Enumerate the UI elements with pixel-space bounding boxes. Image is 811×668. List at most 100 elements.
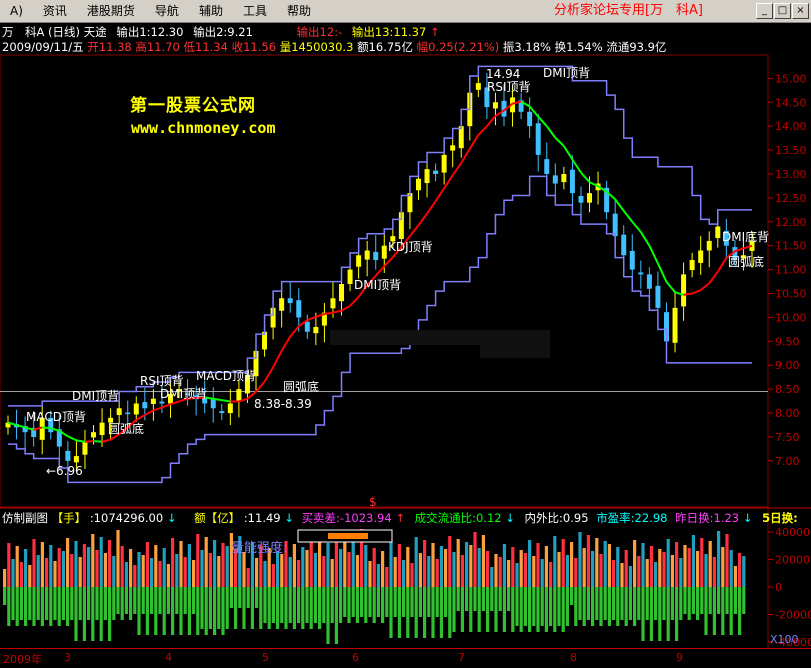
- volume-bar-down: [481, 587, 485, 611]
- sub-prev-turn: 昨日换:1.23: [675, 511, 740, 525]
- moving-average-segment: [263, 366, 274, 383]
- volume-bar-down: [490, 587, 494, 611]
- volume-bar-up: [368, 561, 372, 587]
- candle-body: [544, 159, 550, 174]
- volume-bar-down: [477, 587, 481, 632]
- volume-bar-down: [448, 587, 452, 638]
- volume-bar-up: [36, 555, 40, 587]
- volume-bar-up: [553, 536, 557, 587]
- candle-body: [689, 260, 695, 271]
- volume-bar-down: [53, 587, 57, 620]
- price-chart[interactable]: 15.00 14.50 14.00 13.50 13.00 12.50 12.00 11.50…: [0, 0, 811, 648]
- time-label: 5: [262, 651, 269, 664]
- volume-bar-up: [204, 537, 208, 587]
- volume-bar-up: [641, 543, 645, 587]
- volume-bar-up: [582, 548, 586, 587]
- candle-body: [313, 326, 319, 334]
- volume-bar-up: [15, 546, 19, 587]
- volume-bar-up: [108, 540, 112, 587]
- volume-bar-up: [742, 556, 746, 587]
- volume-bar-down: [444, 587, 448, 617]
- candle-body: [569, 169, 575, 194]
- volume-bar-down: [288, 587, 292, 623]
- volume-bar-down: [347, 587, 351, 623]
- volume-bar-down: [628, 587, 632, 620]
- sub-name[interactable]: 仿制副图: [2, 511, 48, 525]
- volume-bar-up: [141, 555, 145, 587]
- volume-bar-down: [528, 587, 532, 632]
- candle-body: [638, 272, 644, 275]
- moving-average-segment: [716, 257, 728, 273]
- signal-annotation: MACD顶背: [26, 410, 86, 424]
- volume-bar-down: [679, 587, 683, 620]
- volume-bar-down: [687, 587, 691, 620]
- volume-bar-down: [670, 587, 674, 620]
- volume-bar-up: [528, 540, 532, 587]
- volume-bar-up: [150, 558, 154, 587]
- moving-average-segment: [280, 336, 292, 352]
- volume-bar-up: [679, 558, 683, 587]
- volume-bar-down: [381, 587, 385, 623]
- volume-bar-up: [465, 542, 469, 587]
- candle-body: [433, 170, 439, 174]
- volume-bar-up: [628, 566, 632, 587]
- volume-bar-up: [717, 531, 721, 587]
- volume-bar-up: [28, 565, 32, 587]
- price-tick-label: 14.50: [775, 96, 807, 109]
- volume-bar-up: [313, 553, 317, 587]
- volume-bar-down: [603, 587, 607, 620]
- moving-average-segment: [67, 435, 77, 442]
- sub-diff: 买卖差:-1023.94: [301, 511, 392, 525]
- volume-bar-up: [662, 552, 666, 587]
- volume-bar-up: [347, 552, 351, 587]
- volume-bar-down: [532, 587, 536, 626]
- volume-bar-down: [11, 587, 15, 620]
- volume-bar-down: [376, 587, 380, 617]
- volume-bar-down: [271, 587, 275, 623]
- moving-average-segment: [648, 245, 659, 264]
- volume-bar-down: [204, 587, 208, 635]
- candle-body: [552, 175, 558, 184]
- up-arrow-icon: ↑: [395, 511, 405, 525]
- volume-bar-up: [708, 541, 712, 587]
- candle-body: [373, 251, 379, 261]
- candle-body: [672, 307, 678, 343]
- volume-bar-up: [11, 559, 15, 587]
- volume-bar-down: [250, 587, 254, 629]
- volume-bar-up: [670, 555, 674, 587]
- volume-bar-down: [28, 587, 32, 620]
- moving-average-segment: [144, 409, 154, 416]
- volume-bar-down: [708, 587, 712, 614]
- volume-bar-down: [423, 587, 427, 638]
- volume-bar-down: [179, 587, 183, 635]
- sub-tick-label: 0: [775, 581, 782, 594]
- volume-bar-down: [301, 587, 305, 629]
- volume-bar-up: [612, 560, 616, 587]
- upper-channel-line: [8, 65, 752, 407]
- volume-bar-up: [649, 546, 653, 587]
- volume-bar-up: [133, 565, 137, 587]
- volume-bar-down: [221, 587, 225, 635]
- volume-bar-up: [523, 553, 527, 587]
- time-label: 4: [165, 651, 172, 664]
- moving-average-segment: [332, 309, 342, 314]
- volume-bar-up: [515, 563, 519, 587]
- volume-bar-up: [633, 540, 637, 587]
- time-label: 6: [352, 651, 359, 664]
- volume-bar-down: [183, 587, 187, 614]
- volume-bar-up: [40, 542, 44, 587]
- volume-bar-up: [82, 544, 86, 587]
- volume-bar-up: [3, 569, 7, 587]
- candle-body: [715, 226, 721, 239]
- candle-body: [99, 422, 105, 436]
- volume-bar-down: [246, 587, 250, 608]
- candle-body: [287, 298, 293, 304]
- volume-bar-up: [145, 542, 149, 587]
- volume-bar-up: [225, 546, 229, 587]
- volume-bar-down: [544, 587, 548, 632]
- moving-average-segment: [622, 210, 634, 223]
- volume-bar-up: [351, 539, 355, 587]
- volume-bar-up: [70, 554, 74, 587]
- volume-bar-up: [473, 532, 477, 587]
- volume-bar-down: [259, 587, 263, 629]
